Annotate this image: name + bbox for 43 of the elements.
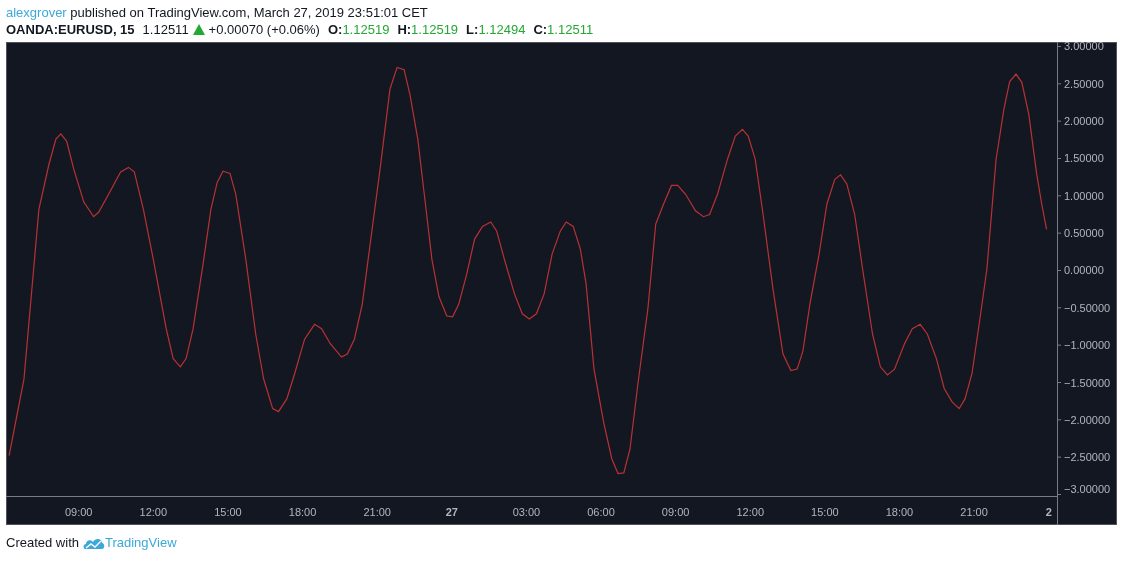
axis-label: −2.50000 — [1064, 451, 1111, 464]
axis-label: 27 — [445, 506, 458, 518]
ohlc-value: 1.12519 — [342, 21, 390, 38]
triangle-icon — [192, 24, 205, 35]
author-link[interactable]: alexgrover — [6, 5, 67, 20]
axis-label: 09:00 — [661, 506, 690, 518]
axis-label: 21:00 — [960, 506, 988, 518]
axis-label: −1.00000 — [1064, 339, 1111, 352]
axis-label: 0.00000 — [1064, 264, 1104, 277]
axis-label: 1.00000 — [1064, 189, 1104, 202]
axis-label: 3.00000 — [1064, 42, 1104, 53]
ohlc-label: O: — [327, 21, 343, 38]
axis-label: −0.50000 — [1064, 301, 1111, 314]
price-value: 1.12511 — [142, 21, 189, 38]
ohlc-value: 1.12519 — [411, 21, 459, 38]
axis-label: 2 — [1045, 506, 1052, 518]
axis-label: −1.50000 — [1064, 376, 1111, 389]
axis-label: 15:00 — [811, 506, 839, 518]
brand-link[interactable]: TradingView — [105, 533, 177, 553]
axis-label: 12:00 — [139, 506, 168, 518]
axis-label: 18:00 — [885, 506, 914, 518]
ohlc-label: L: — [466, 21, 479, 38]
axis-label: 2.00000 — [1064, 115, 1104, 128]
ohlc-label: C: — [533, 21, 548, 38]
axis-label: 06:00 — [587, 506, 615, 518]
axis-label: 1.50000 — [1064, 152, 1104, 165]
axis-label: 09:00 — [64, 506, 93, 518]
axis-label: 21:00 — [363, 506, 391, 518]
axis-label: 2.50000 — [1064, 77, 1104, 90]
axis-label: 0.50000 — [1064, 227, 1104, 240]
published-text: published on TradingView.com, March 27, 2019 23:51:01 CET — [70, 5, 428, 20]
ohlc-value: 1.12511 — [547, 21, 594, 38]
symbol-label: OANDA:EURUSD, 15 — [6, 21, 135, 38]
created-with-text: Created with — [6, 534, 79, 552]
axis-label: 03:00 — [512, 506, 541, 518]
axis-label: 15:00 — [214, 506, 242, 518]
axis-label: 12:00 — [736, 506, 764, 518]
axis-label: 18:00 — [288, 506, 317, 518]
ohlc-label: H: — [397, 21, 412, 38]
ohlc-value: 1.12494 — [478, 21, 526, 38]
axis-label: −2.00000 — [1064, 413, 1111, 426]
change-value: +0.00070 (+0.06%) — [208, 21, 320, 38]
axis-label: −3.00000 — [1064, 483, 1111, 495]
